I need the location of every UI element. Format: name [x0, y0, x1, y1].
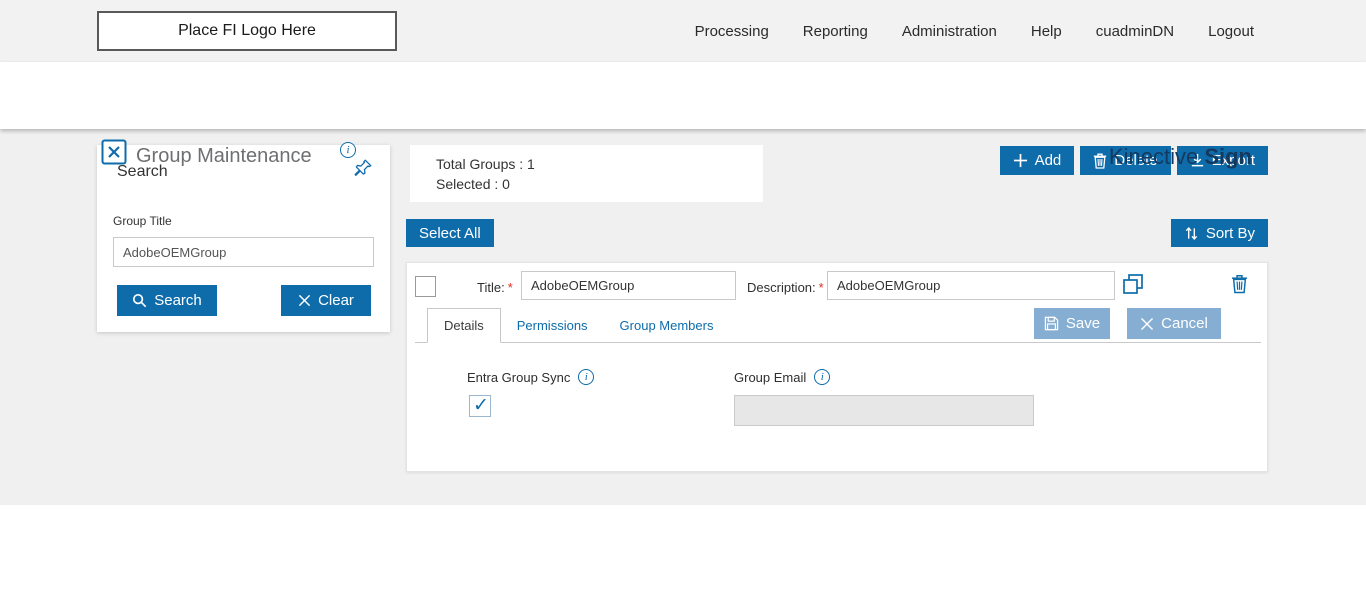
fi-logo-placeholder: Place FI Logo Here	[97, 11, 397, 51]
tab-group-members[interactable]: Group Members	[604, 309, 730, 342]
brand-logo: Kinective Sign	[1109, 144, 1252, 170]
cancel-button[interactable]: Cancel	[1127, 308, 1221, 339]
page-title-info-icon[interactable]	[340, 142, 356, 158]
group-title-label: Group Title	[113, 214, 172, 228]
tab-details[interactable]: Details	[427, 308, 501, 343]
details-tab-pane: Entra Group Sync Group Email	[407, 343, 1269, 473]
groups-summary: Total Groups : 1 Selected : 0	[410, 145, 763, 202]
add-button-label: Add	[1034, 152, 1062, 169]
nav-user-cuadmindn[interactable]: cuadminDN	[1096, 23, 1174, 40]
group-email-label: Group Email	[734, 369, 807, 385]
sort-arrows-icon	[1184, 226, 1199, 241]
description-required-marker: *	[818, 280, 824, 295]
group-row-editor: Title:* Description:* Details Permission…	[406, 262, 1268, 472]
group-title-search-input[interactable]	[113, 237, 374, 267]
brand-name: Kinective	[1108, 144, 1199, 169]
nav-administration[interactable]: Administration	[902, 23, 997, 40]
save-button[interactable]: Save	[1034, 308, 1110, 339]
description-input[interactable]	[827, 271, 1115, 300]
fi-logo-text: Place FI Logo Here	[178, 22, 316, 39]
group-maintenance-icon	[101, 139, 127, 165]
cancel-button-label: Cancel	[1161, 315, 1208, 332]
brand-product: Sign	[1204, 144, 1252, 169]
copy-group-icon[interactable]	[1121, 272, 1145, 296]
description-field-label: Description: *	[747, 280, 824, 295]
search-button[interactable]: Search	[117, 285, 217, 316]
total-groups-count: Total Groups : 1	[436, 155, 535, 172]
cancel-x-icon	[1140, 317, 1154, 331]
save-floppy-icon	[1044, 316, 1059, 331]
clear-x-icon	[298, 294, 311, 307]
group-email-row: Group Email	[734, 369, 831, 385]
title-required-marker: *	[507, 280, 513, 295]
select-all-label: Select All	[419, 224, 481, 242]
group-email-input[interactable]	[734, 395, 1034, 426]
add-button[interactable]: Add	[999, 146, 1075, 175]
search-panel: Search Group Title Search	[97, 145, 390, 332]
entra-group-sync-row: Entra Group Sync	[467, 369, 595, 385]
save-button-label: Save	[1065, 315, 1101, 332]
group-editor-tabs: Details Permissions Group Members Save C…	[415, 307, 1261, 343]
tab-permissions[interactable]: Permissions	[501, 309, 604, 342]
group-email-info-icon[interactable]	[814, 369, 831, 385]
clear-button[interactable]: Clear	[281, 285, 371, 316]
plus-icon	[1013, 153, 1028, 168]
clear-button-label: Clear	[318, 292, 354, 309]
title-label-text: Title:	[477, 280, 505, 295]
search-icon	[132, 293, 147, 308]
entra-group-sync-label: Entra Group Sync	[467, 369, 571, 385]
sort-by-button[interactable]: Sort By	[1170, 219, 1268, 247]
nav-help[interactable]: Help	[1031, 23, 1062, 40]
top-navigation: Processing Reporting Administration Help…	[695, 0, 1254, 62]
pin-icon[interactable]	[352, 157, 374, 179]
selected-count: Selected : 0	[436, 175, 510, 192]
page-title: Group Maintenance	[136, 145, 312, 167]
trash-icon	[1093, 153, 1107, 169]
top-bar: Place FI Logo Here Processing Reporting …	[0, 0, 1366, 62]
nav-reporting[interactable]: Reporting	[803, 23, 868, 40]
search-button-label: Search	[154, 292, 202, 309]
page-header: Group Maintenance Kinective Sign	[0, 62, 1366, 169]
screen: Place FI Logo Here Processing Reporting …	[0, 0, 1366, 589]
description-label-text: Description:	[747, 280, 816, 295]
select-all-button[interactable]: Select All	[406, 219, 494, 247]
group-row-checkbox[interactable]	[415, 276, 436, 297]
title-input[interactable]	[521, 271, 736, 300]
sort-by-label: Sort By	[1205, 224, 1255, 242]
nav-logout[interactable]: Logout	[1208, 23, 1254, 40]
entra-group-sync-info-icon[interactable]	[578, 369, 595, 385]
row-delete-icon[interactable]	[1231, 274, 1248, 294]
nav-processing[interactable]: Processing	[695, 23, 769, 40]
entra-group-sync-checkbox[interactable]	[469, 394, 491, 417]
title-field-label: Title: *	[477, 280, 513, 295]
